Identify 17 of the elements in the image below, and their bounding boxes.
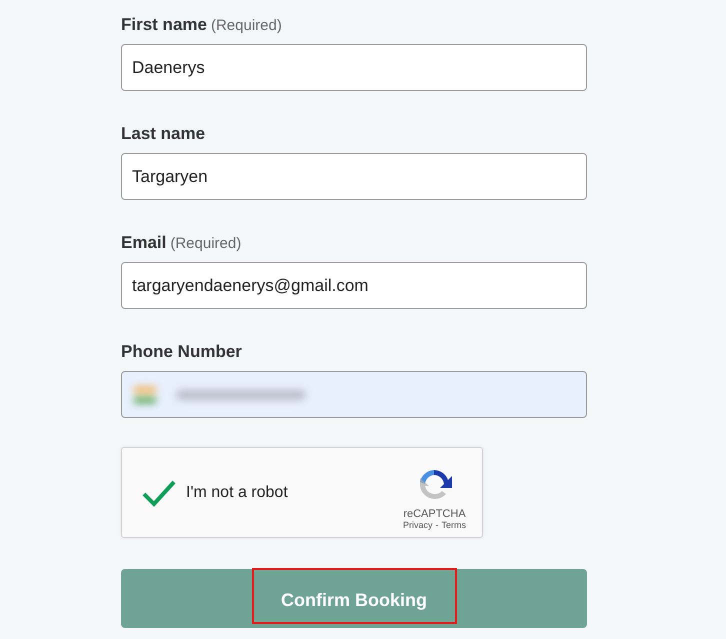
input-field[interactable]: targaryendaenerys@gmail.com — [121, 262, 587, 309]
field-label: Last name — [121, 124, 206, 144]
field-label: First name — [121, 15, 207, 35]
captcha-label: I'm not a robot — [186, 484, 289, 502]
phone-field[interactable] — [121, 371, 587, 418]
privacy-link[interactable]: Privacy — [402, 520, 432, 530]
field-label: Email — [121, 233, 166, 253]
input-field[interactable]: Targaryen — [121, 153, 587, 200]
link-separator: - — [436, 520, 438, 530]
flag-icon — [134, 386, 156, 402]
checkmark-icon[interactable] — [142, 478, 176, 506]
input-field[interactable]: Daenerys — [121, 44, 587, 91]
field-label: Phone Number — [121, 342, 242, 362]
brand-name: reCAPTCHA — [403, 508, 466, 520]
terms-link[interactable]: Terms — [442, 520, 466, 530]
required-note: (Required) — [170, 235, 242, 252]
required-note: (Required) — [210, 17, 282, 34]
